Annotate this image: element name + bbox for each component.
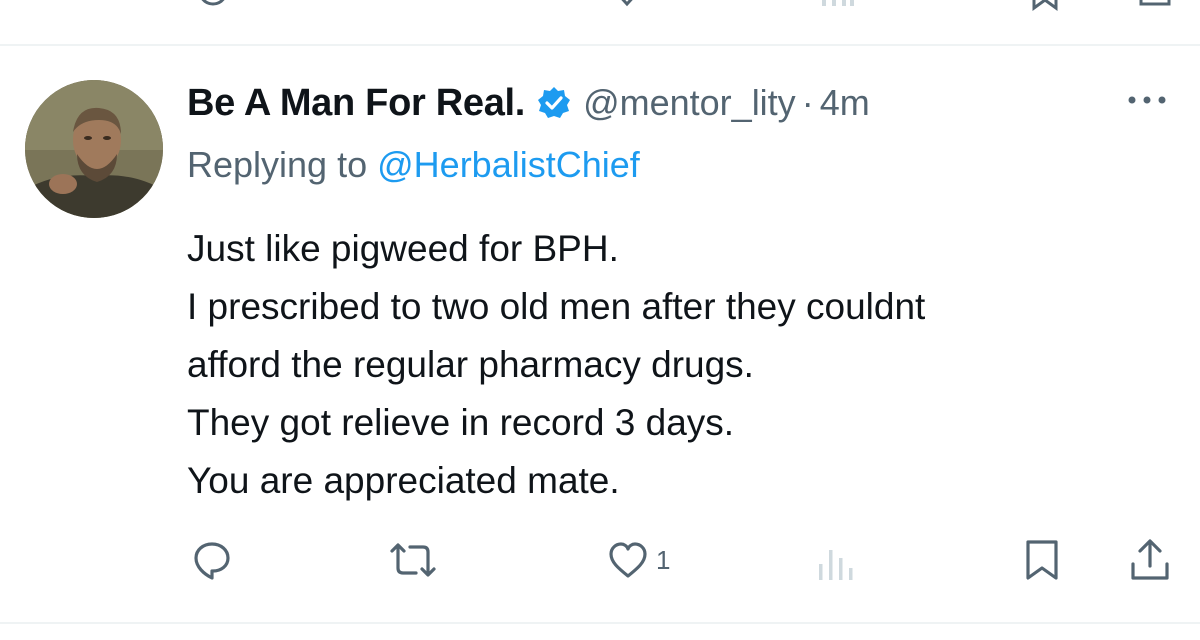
views-icon [819, 550, 853, 580]
verified-badge-icon[interactable] [537, 86, 571, 120]
separator-dot: · [801, 82, 814, 123]
tweet-divider-bottom [0, 622, 1200, 624]
like-icon[interactable] [612, 0, 642, 10]
views-icon[interactable] [820, 0, 856, 10]
more-options-icon[interactable] [1124, 88, 1170, 112]
tweet-body-line: They got relieve in record 3 days. [187, 402, 735, 443]
like-count: 1 [656, 544, 671, 575]
replying-to-label: Replying to [187, 144, 368, 185]
tweet-body-line: You are appreciated mate. [187, 460, 620, 501]
replying-to-handle[interactable]: @HerbalistChief [377, 144, 640, 185]
avatar[interactable] [25, 80, 163, 218]
tweet-body: Just like pigweed for BPH. I prescribed … [187, 220, 1177, 510]
tweet-header: Be A Man For Real. @mentor_lity · 4m [187, 78, 870, 128]
bookmark-icon[interactable] [1030, 0, 1060, 12]
tweet-timestamp[interactable]: 4m [820, 82, 870, 124]
like-icon [609, 542, 647, 578]
share-button[interactable] [1128, 538, 1172, 582]
reply-icon[interactable] [193, 0, 233, 10]
views-button[interactable] [814, 538, 858, 582]
tweet-body-line: I prescribed to two old men after they c… [187, 286, 926, 327]
tweet-body-line: Just like pigweed for BPH. [187, 228, 619, 269]
retweet-icon [390, 543, 436, 577]
bookmark-button[interactable] [1022, 538, 1062, 582]
retweet-button[interactable] [388, 538, 438, 582]
tweet-divider-top [0, 44, 1200, 46]
like-button[interactable]: 1 [606, 538, 670, 582]
author-display-name[interactable]: Be A Man For Real. [187, 82, 525, 125]
reply-button[interactable] [190, 538, 234, 582]
previous-tweet-actions [0, 0, 1200, 12]
share-icon[interactable] [1138, 0, 1172, 10]
tweet-page: Be A Man For Real. @mentor_lity · 4m Rep… [0, 0, 1200, 640]
avatar-photo [25, 80, 163, 218]
share-icon [1131, 539, 1169, 580]
bookmark-icon [1026, 540, 1058, 580]
tweet-body-line: afford the regular pharmacy drugs. [187, 344, 754, 385]
reply-icon [194, 542, 230, 580]
replying-to: Replying to @HerbalistChief [187, 144, 640, 186]
author-handle[interactable]: @mentor_lity [583, 82, 796, 124]
